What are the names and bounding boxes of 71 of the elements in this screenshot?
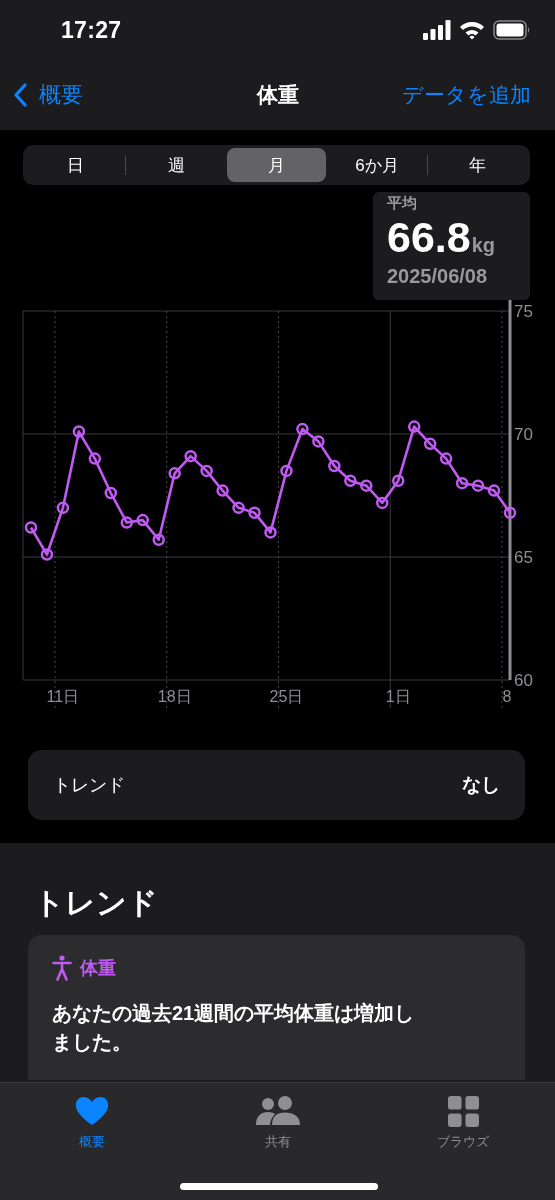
period-tab[interactable]: 年 (427, 148, 528, 182)
data-point (264, 526, 277, 539)
section-title: トレンド (34, 885, 159, 921)
back-chevron-icon (13, 83, 27, 107)
back-link[interactable]: 概要 (13, 80, 83, 110)
trend-card[interactable]: 体重 あなたの過去21週間の平均体重は増加しました。 (28, 935, 525, 1080)
data-point (168, 467, 181, 480)
axis-label: 70 (514, 425, 533, 444)
summary-unit: kg (471, 234, 496, 257)
category-label: 体重 (80, 957, 116, 980)
period-tab[interactable]: 週 (126, 148, 226, 182)
axis-label: 18日 (157, 688, 192, 705)
data-point (56, 501, 70, 515)
axis-label: 25日 (269, 688, 304, 705)
data-point (439, 452, 453, 465)
data-point (312, 435, 325, 448)
summary-value: 66.8 (387, 213, 471, 261)
data-point (88, 452, 102, 465)
trend-value: なし (462, 773, 500, 797)
data-point (216, 484, 229, 497)
data-point (376, 496, 389, 510)
heart-icon (75, 1096, 109, 1127)
trend-text: あなたの過去21週間の平均体重は増加しました。 (52, 1001, 416, 1055)
data-point (296, 422, 309, 436)
period-tab[interactable]: 日 (26, 148, 126, 182)
trend-label: トレンド (53, 774, 125, 797)
data-point (328, 459, 341, 473)
add-data-link[interactable]: データを追加 (402, 81, 531, 109)
data-point (72, 425, 86, 438)
data-point (471, 479, 485, 492)
data-point (184, 449, 197, 463)
data-point (423, 437, 437, 451)
period-tab[interactable]: 6か月 (327, 148, 427, 182)
data-point (248, 506, 261, 519)
grid-icon (447, 1096, 479, 1127)
data-point (503, 506, 517, 519)
figure-icon (52, 955, 72, 981)
data-point (455, 476, 469, 490)
tab-bar-item[interactable]: 概要 (46, 1091, 138, 1159)
data-point (200, 464, 213, 478)
data-point (104, 486, 118, 500)
axis-label: 11日 (46, 688, 80, 705)
axis-label: 60 (514, 671, 533, 690)
data-point (40, 548, 54, 561)
summary-label: 平均 (387, 194, 418, 213)
data-point (232, 501, 245, 515)
wifi-icon (459, 20, 485, 40)
data-point (392, 474, 405, 487)
data-point (344, 474, 357, 487)
period-tab[interactable]: 月 (226, 148, 327, 182)
signal-icon (423, 20, 451, 40)
summary-date: 2025/06/08 (387, 265, 489, 288)
data-point (487, 484, 501, 497)
data-point (152, 533, 165, 547)
axis-label: 75 (514, 302, 533, 321)
battery-icon (493, 20, 531, 40)
data-point (360, 479, 373, 492)
trend-row[interactable]: トレンド なし (28, 750, 525, 820)
axis-label: 8 (502, 688, 512, 705)
axis-label: 65 (514, 548, 533, 567)
tab-bar-item[interactable]: 共有 (231, 1091, 324, 1159)
people-icon (254, 1095, 301, 1127)
data-point (407, 420, 421, 433)
axis-label: 1日 (385, 688, 411, 705)
data-point (120, 516, 134, 529)
data-point (280, 464, 293, 478)
data-point (136, 513, 149, 527)
status-time: 17:27 (61, 16, 122, 44)
page-title: 体重 (256, 82, 299, 108)
data-point (24, 521, 38, 534)
tab-bar-item[interactable]: ブラウズ (417, 1091, 509, 1159)
